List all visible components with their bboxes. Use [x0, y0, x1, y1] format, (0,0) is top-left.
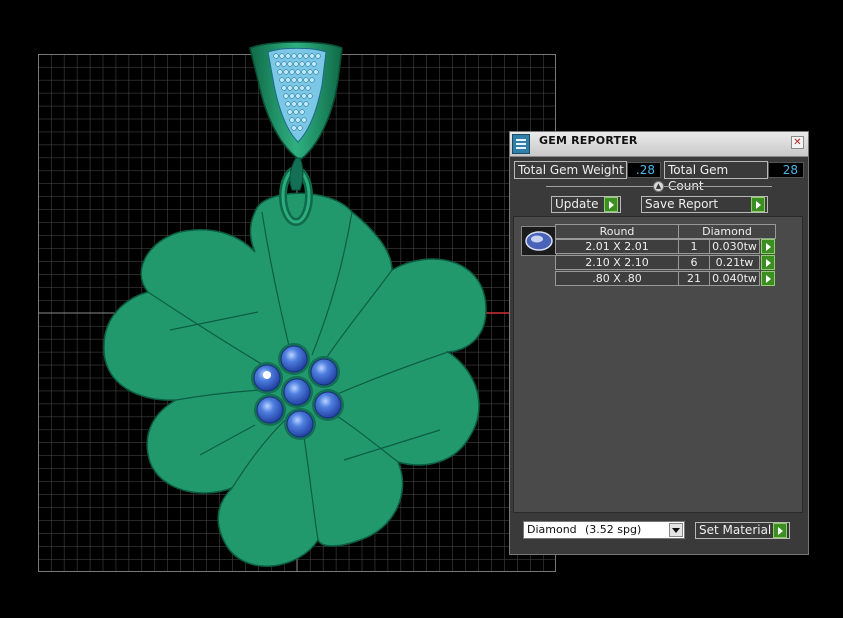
material-select[interactable]: Diamond (3.52 spg) [523, 521, 685, 539]
set-material-button[interactable]: Set Material [695, 522, 790, 539]
pave-stone [293, 109, 299, 115]
pave-stone [309, 77, 315, 83]
set-material-button-label: Set Material [699, 523, 772, 537]
pave-stone [275, 61, 281, 67]
pave-stone [283, 69, 289, 75]
pave-stone [297, 77, 303, 83]
gem-size: 2.01 X 2.01 [555, 239, 679, 254]
gem-reporter-titlebar[interactable]: GEM REPORTER ✕ [510, 132, 808, 157]
pave-stone [307, 93, 313, 99]
pave-stone [289, 69, 295, 75]
gem-size: .80 X .80 [555, 271, 679, 286]
pave-stone [283, 93, 289, 99]
pave-stone [291, 125, 297, 131]
gem-reporter-panel: GEM REPORTER ✕ Total Gem Weight .28 Tota… [509, 131, 809, 555]
row-select-arrow-icon[interactable] [761, 239, 775, 254]
gem-report-area: Round Diamond 2.01 X 2.01 1 0.030tw 2.10… [513, 216, 803, 513]
gem-weight: 0.040tw [709, 271, 760, 286]
pave-stone [295, 93, 301, 99]
pave-stone [287, 109, 293, 115]
row-select-arrow-icon[interactable] [761, 255, 775, 270]
pave-stone [285, 101, 291, 107]
gem-reporter-title: GEM REPORTER [539, 134, 638, 147]
pave-stone [289, 93, 295, 99]
pave-stone [285, 77, 291, 83]
pave-stone [309, 53, 315, 59]
total-gem-weight-label: Total Gem Weight [514, 161, 627, 179]
pave-stone [291, 101, 297, 107]
total-gem-count-label: Total Gem Count [664, 161, 768, 193]
update-go-icon[interactable] [604, 197, 618, 212]
pave-stone [305, 85, 311, 91]
shape-header: Round [555, 224, 679, 239]
pave-stone [297, 101, 303, 107]
material-header: Diamond [678, 224, 776, 239]
row-select-arrow-icon[interactable] [761, 271, 775, 286]
save-report-button-label: Save Report [645, 197, 719, 211]
pave-stone [299, 109, 305, 115]
gem-reporter-icon [512, 134, 530, 154]
pave-stone [273, 53, 279, 59]
gem-size: 2.10 X 2.10 [555, 255, 679, 270]
pave-stone [293, 61, 299, 67]
pave-stone [299, 85, 305, 91]
pave-stone [279, 77, 285, 83]
pave-stone [281, 85, 287, 91]
pave-stone [285, 53, 291, 59]
save-report-go-icon[interactable] [751, 197, 765, 212]
set-material-go-icon[interactable] [773, 523, 787, 538]
pave-stone [297, 125, 303, 131]
pave-stone [303, 53, 309, 59]
gem-weight: 0.21tw [709, 255, 760, 270]
pave-stone [301, 69, 307, 75]
material-select-name: Diamond [527, 523, 577, 536]
pave-stone [315, 53, 321, 59]
pave-stone [295, 117, 301, 123]
pave-stone [313, 69, 319, 75]
close-icon[interactable]: ✕ [791, 136, 804, 149]
update-button[interactable]: Update [551, 196, 621, 213]
pave-stone [303, 77, 309, 83]
material-select-spg: (3.52 spg) [585, 523, 642, 536]
pave-stone [307, 69, 313, 75]
total-gem-count-value: 28 [768, 162, 804, 178]
gem-count: 1 [678, 239, 710, 254]
pave-stone [291, 77, 297, 83]
round-gem-icon [525, 231, 553, 251]
pave-stone [287, 61, 293, 67]
pave-stone [287, 85, 293, 91]
pave-stone [279, 53, 285, 59]
collapse-toggle-icon[interactable]: ▲ [653, 181, 664, 192]
pave-stone [305, 61, 311, 67]
pave-stone [295, 69, 301, 75]
pave-stone [301, 117, 307, 123]
pave-stone [281, 61, 287, 67]
pave-stone [301, 93, 307, 99]
pave-stone [277, 69, 283, 75]
pave-stone [297, 53, 303, 59]
pave-stone [291, 53, 297, 59]
pave-stone [311, 61, 317, 67]
pave-stone [293, 85, 299, 91]
pave-stone [303, 101, 309, 107]
gem-count: 21 [678, 271, 710, 286]
update-button-label: Update [555, 197, 599, 211]
pave-stone [289, 117, 295, 123]
round-gem-thumbnail[interactable] [521, 226, 557, 256]
pave-stone [299, 61, 305, 67]
total-gem-weight-value: .28 [627, 162, 661, 178]
gem-weight: 0.030tw [709, 239, 760, 254]
save-report-button[interactable]: Save Report [641, 196, 768, 213]
chevron-down-icon[interactable] [669, 523, 683, 537]
gem-count: 6 [678, 255, 710, 270]
